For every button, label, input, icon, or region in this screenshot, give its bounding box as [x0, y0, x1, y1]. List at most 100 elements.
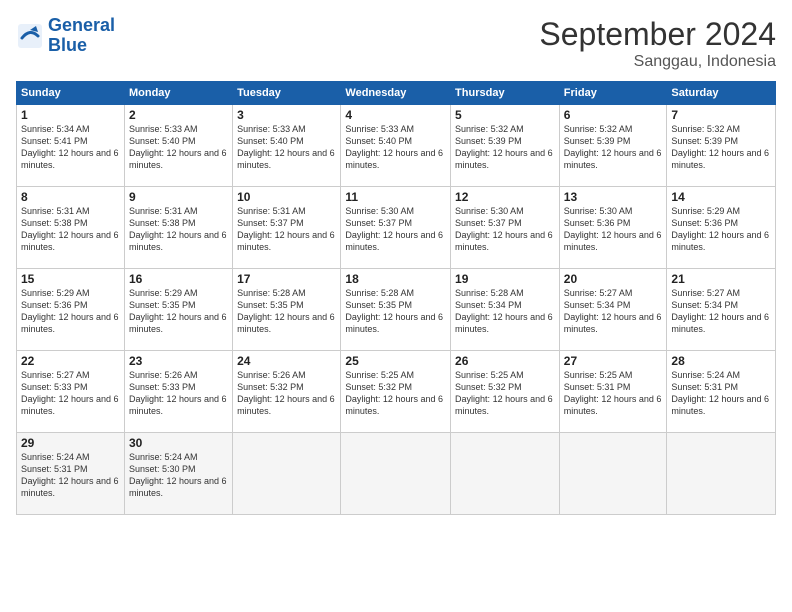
- day-number: 7: [671, 108, 771, 122]
- day-number: 16: [129, 272, 228, 286]
- logo-icon: [16, 22, 44, 50]
- logo-line2: Blue: [48, 35, 87, 55]
- calendar-cell: 19Sunrise: 5:28 AMSunset: 5:34 PMDayligh…: [451, 269, 560, 351]
- day-number: 8: [21, 190, 120, 204]
- calendar-cell: 16Sunrise: 5:29 AMSunset: 5:35 PMDayligh…: [124, 269, 232, 351]
- calendar-cell: 14Sunrise: 5:29 AMSunset: 5:36 PMDayligh…: [667, 187, 776, 269]
- day-number: 11: [345, 190, 446, 204]
- day-info: Sunrise: 5:31 AMSunset: 5:38 PMDaylight:…: [129, 205, 228, 254]
- day-number: 20: [564, 272, 663, 286]
- calendar-cell: 25Sunrise: 5:25 AMSunset: 5:32 PMDayligh…: [341, 351, 451, 433]
- calendar-cell: 28Sunrise: 5:24 AMSunset: 5:31 PMDayligh…: [667, 351, 776, 433]
- day-info: Sunrise: 5:28 AMSunset: 5:35 PMDaylight:…: [237, 287, 336, 336]
- day-info: Sunrise: 5:25 AMSunset: 5:31 PMDaylight:…: [564, 369, 663, 418]
- calendar-cell: 18Sunrise: 5:28 AMSunset: 5:35 PMDayligh…: [341, 269, 451, 351]
- day-number: 21: [671, 272, 771, 286]
- day-header-sunday: Sunday: [17, 82, 125, 105]
- day-number: 9: [129, 190, 228, 204]
- day-info: Sunrise: 5:34 AMSunset: 5:41 PMDaylight:…: [21, 123, 120, 172]
- day-number: 28: [671, 354, 771, 368]
- day-info: Sunrise: 5:29 AMSunset: 5:36 PMDaylight:…: [671, 205, 771, 254]
- calendar-cell: 4Sunrise: 5:33 AMSunset: 5:40 PMDaylight…: [341, 105, 451, 187]
- calendar-cell: 30Sunrise: 5:24 AMSunset: 5:30 PMDayligh…: [124, 433, 232, 515]
- day-info: Sunrise: 5:32 AMSunset: 5:39 PMDaylight:…: [455, 123, 555, 172]
- day-number: 10: [237, 190, 336, 204]
- day-number: 14: [671, 190, 771, 204]
- calendar-cell: 17Sunrise: 5:28 AMSunset: 5:35 PMDayligh…: [233, 269, 341, 351]
- day-info: Sunrise: 5:31 AMSunset: 5:38 PMDaylight:…: [21, 205, 120, 254]
- calendar-cell: 12Sunrise: 5:30 AMSunset: 5:37 PMDayligh…: [451, 187, 560, 269]
- day-header-saturday: Saturday: [667, 82, 776, 105]
- day-info: Sunrise: 5:33 AMSunset: 5:40 PMDaylight:…: [237, 123, 336, 172]
- page-header: General Blue September 2024 Sanggau, Ind…: [16, 16, 776, 71]
- day-number: 25: [345, 354, 446, 368]
- calendar-cell: 29Sunrise: 5:24 AMSunset: 5:31 PMDayligh…: [17, 433, 125, 515]
- day-number: 12: [455, 190, 555, 204]
- day-header-wednesday: Wednesday: [341, 82, 451, 105]
- day-info: Sunrise: 5:28 AMSunset: 5:35 PMDaylight:…: [345, 287, 446, 336]
- day-info: Sunrise: 5:24 AMSunset: 5:31 PMDaylight:…: [671, 369, 771, 418]
- calendar-cell: 23Sunrise: 5:26 AMSunset: 5:33 PMDayligh…: [124, 351, 232, 433]
- day-number: 4: [345, 108, 446, 122]
- day-info: Sunrise: 5:31 AMSunset: 5:37 PMDaylight:…: [237, 205, 336, 254]
- day-info: Sunrise: 5:27 AMSunset: 5:33 PMDaylight:…: [21, 369, 120, 418]
- day-info: Sunrise: 5:29 AMSunset: 5:36 PMDaylight:…: [21, 287, 120, 336]
- day-number: 19: [455, 272, 555, 286]
- day-info: Sunrise: 5:28 AMSunset: 5:34 PMDaylight:…: [455, 287, 555, 336]
- calendar-cell: 2Sunrise: 5:33 AMSunset: 5:40 PMDaylight…: [124, 105, 232, 187]
- calendar-cell: 1Sunrise: 5:34 AMSunset: 5:41 PMDaylight…: [17, 105, 125, 187]
- day-info: Sunrise: 5:32 AMSunset: 5:39 PMDaylight:…: [671, 123, 771, 172]
- day-info: Sunrise: 5:27 AMSunset: 5:34 PMDaylight:…: [671, 287, 771, 336]
- day-number: 18: [345, 272, 446, 286]
- calendar-cell: 7Sunrise: 5:32 AMSunset: 5:39 PMDaylight…: [667, 105, 776, 187]
- day-number: 15: [21, 272, 120, 286]
- calendar-cell: 5Sunrise: 5:32 AMSunset: 5:39 PMDaylight…: [451, 105, 560, 187]
- day-header-thursday: Thursday: [451, 82, 560, 105]
- logo: General Blue: [16, 16, 115, 56]
- day-info: Sunrise: 5:25 AMSunset: 5:32 PMDaylight:…: [455, 369, 555, 418]
- day-info: Sunrise: 5:24 AMSunset: 5:31 PMDaylight:…: [21, 451, 120, 500]
- day-info: Sunrise: 5:24 AMSunset: 5:30 PMDaylight:…: [129, 451, 228, 500]
- day-number: 1: [21, 108, 120, 122]
- day-info: Sunrise: 5:29 AMSunset: 5:35 PMDaylight:…: [129, 287, 228, 336]
- day-info: Sunrise: 5:30 AMSunset: 5:37 PMDaylight:…: [455, 205, 555, 254]
- day-info: Sunrise: 5:26 AMSunset: 5:33 PMDaylight:…: [129, 369, 228, 418]
- calendar-cell: 8Sunrise: 5:31 AMSunset: 5:38 PMDaylight…: [17, 187, 125, 269]
- calendar-cell: 24Sunrise: 5:26 AMSunset: 5:32 PMDayligh…: [233, 351, 341, 433]
- calendar-cell: 22Sunrise: 5:27 AMSunset: 5:33 PMDayligh…: [17, 351, 125, 433]
- month-title: September 2024: [539, 16, 776, 53]
- day-number: 22: [21, 354, 120, 368]
- day-info: Sunrise: 5:33 AMSunset: 5:40 PMDaylight:…: [129, 123, 228, 172]
- calendar-cell: 6Sunrise: 5:32 AMSunset: 5:39 PMDaylight…: [559, 105, 667, 187]
- calendar-table: SundayMondayTuesdayWednesdayThursdayFrid…: [16, 81, 776, 515]
- calendar-cell: 13Sunrise: 5:30 AMSunset: 5:36 PMDayligh…: [559, 187, 667, 269]
- day-number: 13: [564, 190, 663, 204]
- day-number: 3: [237, 108, 336, 122]
- day-header-monday: Monday: [124, 82, 232, 105]
- day-number: 23: [129, 354, 228, 368]
- day-number: 30: [129, 436, 228, 450]
- day-info: Sunrise: 5:25 AMSunset: 5:32 PMDaylight:…: [345, 369, 446, 418]
- day-info: Sunrise: 5:26 AMSunset: 5:32 PMDaylight:…: [237, 369, 336, 418]
- day-info: Sunrise: 5:33 AMSunset: 5:40 PMDaylight:…: [345, 123, 446, 172]
- day-info: Sunrise: 5:30 AMSunset: 5:37 PMDaylight:…: [345, 205, 446, 254]
- calendar-cell: 3Sunrise: 5:33 AMSunset: 5:40 PMDaylight…: [233, 105, 341, 187]
- calendar-cell: [233, 433, 341, 515]
- day-number: 24: [237, 354, 336, 368]
- calendar-cell: [559, 433, 667, 515]
- calendar-cell: [341, 433, 451, 515]
- day-number: 26: [455, 354, 555, 368]
- calendar-cell: [667, 433, 776, 515]
- day-number: 5: [455, 108, 555, 122]
- day-number: 17: [237, 272, 336, 286]
- logo-text: General Blue: [48, 16, 115, 56]
- logo-line1: General: [48, 15, 115, 35]
- day-number: 2: [129, 108, 228, 122]
- day-header-tuesday: Tuesday: [233, 82, 341, 105]
- day-info: Sunrise: 5:32 AMSunset: 5:39 PMDaylight:…: [564, 123, 663, 172]
- day-header-friday: Friday: [559, 82, 667, 105]
- calendar-cell: 11Sunrise: 5:30 AMSunset: 5:37 PMDayligh…: [341, 187, 451, 269]
- day-info: Sunrise: 5:30 AMSunset: 5:36 PMDaylight:…: [564, 205, 663, 254]
- calendar-cell: 27Sunrise: 5:25 AMSunset: 5:31 PMDayligh…: [559, 351, 667, 433]
- calendar-cell: 21Sunrise: 5:27 AMSunset: 5:34 PMDayligh…: [667, 269, 776, 351]
